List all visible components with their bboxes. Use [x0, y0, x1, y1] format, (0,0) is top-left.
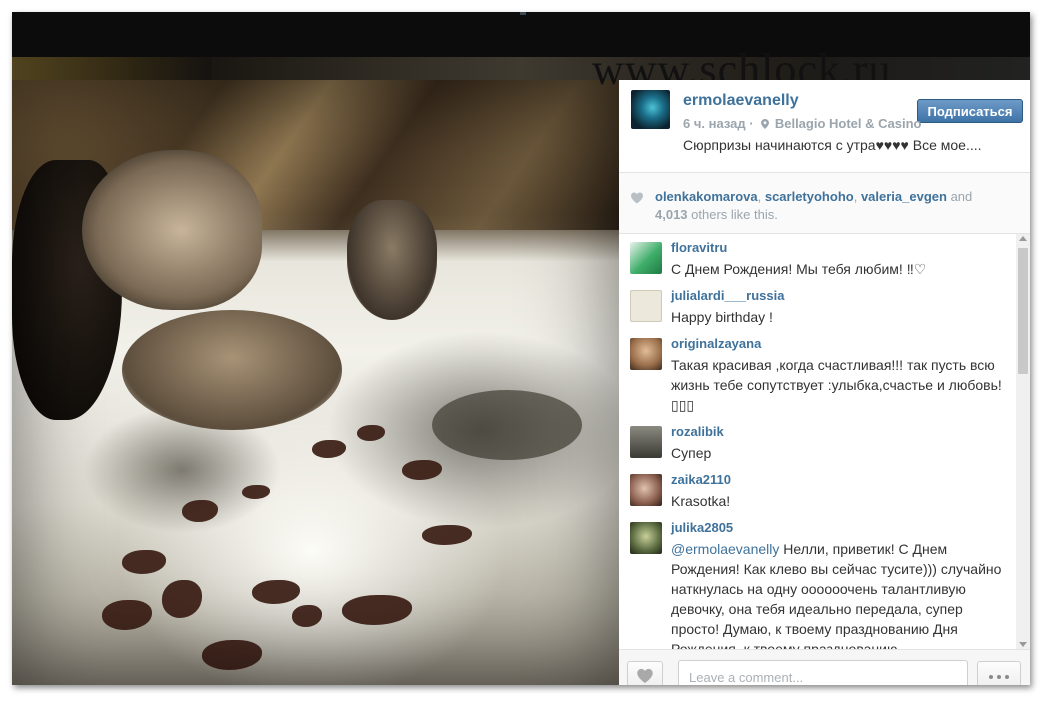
- more-dots-icon: [978, 662, 1020, 685]
- commenter-username[interactable]: zaika2110: [671, 472, 731, 487]
- scroll-up-arrow-icon[interactable]: [1019, 236, 1027, 241]
- heart-icon: [631, 192, 643, 204]
- post-meta: 6 ч. назад · Bellagio Hotel & Casino: [683, 116, 921, 131]
- scroll-thumb[interactable]: [1018, 248, 1028, 374]
- comment-text: @ermolaevanelly Нелли, приветик! С Днем …: [671, 541, 1002, 649]
- commenter-avatar[interactable]: [630, 426, 662, 458]
- commenter-avatar[interactable]: [630, 242, 662, 274]
- more-options-button[interactable]: [977, 661, 1021, 685]
- post-header: ermolaevanelly Подписаться 6 ч. назад · …: [619, 80, 1030, 171]
- location-pin-icon: [761, 119, 770, 129]
- post-location[interactable]: Bellagio Hotel & Casino: [775, 116, 922, 131]
- likes-section: olenkakomarova, scarletyohoho, valeria_e…: [619, 173, 1030, 233]
- commenter-username[interactable]: julika2805: [671, 520, 733, 535]
- liker-link[interactable]: valeria_evgen: [861, 189, 947, 204]
- comment-input[interactable]: [678, 660, 968, 685]
- comments-scrollbar[interactable]: [1016, 234, 1030, 649]
- likes-text: olenkakomarova, scarletyohoho, valeria_e…: [655, 189, 973, 222]
- commenter-username[interactable]: floravitru: [671, 240, 727, 255]
- likes-count[interactable]: 4,013: [655, 207, 688, 222]
- commenter-username[interactable]: julialardi___russia: [671, 288, 784, 303]
- comment-mention[interactable]: @ermolaevanelly: [671, 541, 779, 557]
- top-bar-marker: [520, 12, 526, 15]
- post-details-panel: ermolaevanelly Подписаться 6 ч. назад · …: [619, 80, 1030, 685]
- follow-button[interactable]: Подписаться: [917, 99, 1023, 123]
- comment-text: Такая красивая ,когда счастливая!!! так …: [671, 357, 1002, 413]
- commenter-username[interactable]: originalzayana: [671, 336, 761, 351]
- comment-text: Супер: [671, 445, 712, 461]
- commenter-avatar[interactable]: [630, 522, 662, 554]
- author-avatar[interactable]: [631, 90, 670, 129]
- post-photo[interactable]: [12, 80, 619, 685]
- liker-link[interactable]: scarletyohoho: [765, 189, 854, 204]
- liker-link[interactable]: olenkakomarova: [655, 189, 758, 204]
- comment-text: Happy birthday !: [671, 309, 773, 325]
- post-time[interactable]: 6 ч. назад: [683, 116, 746, 131]
- comment-footer: [619, 649, 1030, 685]
- post-caption: Сюрпризы начинаются с утра♥♥♥♥ Все мое..…: [683, 137, 982, 153]
- comment-text: С Днем Рождения! Мы тебя любим! ‼♡: [671, 261, 927, 277]
- instagram-lightbox: www.schlock.ru ermolaevanelly Подписатьс…: [12, 12, 1030, 685]
- scroll-down-arrow-icon[interactable]: [1019, 642, 1027, 647]
- meta-separator: ·: [749, 116, 758, 131]
- comment-text: Krasotka!: [671, 493, 731, 509]
- commenter-avatar[interactable]: [630, 290, 662, 322]
- like-button[interactable]: [627, 661, 663, 685]
- heart-icon: [637, 668, 653, 683]
- comments-list: floravitru С Днем Рождения! Мы тебя люби…: [619, 234, 1016, 649]
- commenter-avatar[interactable]: [630, 338, 662, 370]
- commenter-username[interactable]: rozalibik: [671, 424, 724, 439]
- commenter-avatar[interactable]: [630, 474, 662, 506]
- author-username[interactable]: ermolaevanelly: [683, 92, 799, 110]
